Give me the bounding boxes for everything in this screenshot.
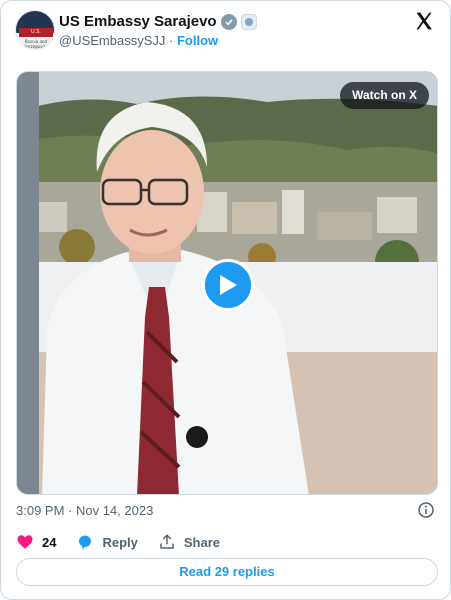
share-label: Share [183, 534, 221, 550]
play-icon [220, 275, 237, 295]
post-timestamp[interactable]: 3:09 PM · Nov 14, 2023 [16, 503, 153, 518]
verified-badge-icon [220, 13, 237, 30]
affiliate-badge-icon[interactable] [240, 13, 257, 30]
read-replies-button[interactable]: Read 29 replies [16, 558, 438, 586]
like-button[interactable]: 24 [16, 533, 56, 551]
avatar-sub-text: Bosnia and Herzegovina [23, 39, 49, 49]
watch-on-x-button[interactable]: Watch on X [340, 82, 429, 109]
handle-row: @USEmbassySJJ · Follow [59, 33, 218, 48]
avatar-banner-text: U.S. EMBASSY [19, 28, 53, 44]
follow-button[interactable]: Follow [177, 33, 218, 48]
action-bar: 24 Reply Share [16, 533, 240, 551]
like-count: 24 [42, 534, 57, 550]
heart-icon [17, 535, 33, 549]
tweet-card: U.S. EMBASSY Bosnia and Herzegovina US E… [0, 0, 451, 600]
reply-label: Reply [102, 534, 138, 550]
avatar[interactable]: U.S. EMBASSY Bosnia and Herzegovina [15, 10, 55, 50]
account-name[interactable]: US Embassy Sarajevo [59, 13, 217, 30]
account-handle[interactable]: @USEmbassySJJ [59, 33, 165, 48]
account-name-row: US Embassy Sarajevo [59, 13, 257, 30]
share-button[interactable]: Share [158, 533, 220, 551]
x-logo-icon[interactable] [414, 11, 434, 31]
reply-bubble-icon [79, 535, 92, 550]
reply-button[interactable]: Reply [76, 533, 138, 551]
info-icon[interactable] [418, 502, 434, 518]
share-icon [160, 534, 174, 549]
video-media[interactable]: Watch on X [16, 71, 438, 495]
separator: · [169, 33, 174, 48]
play-button[interactable] [202, 259, 254, 311]
